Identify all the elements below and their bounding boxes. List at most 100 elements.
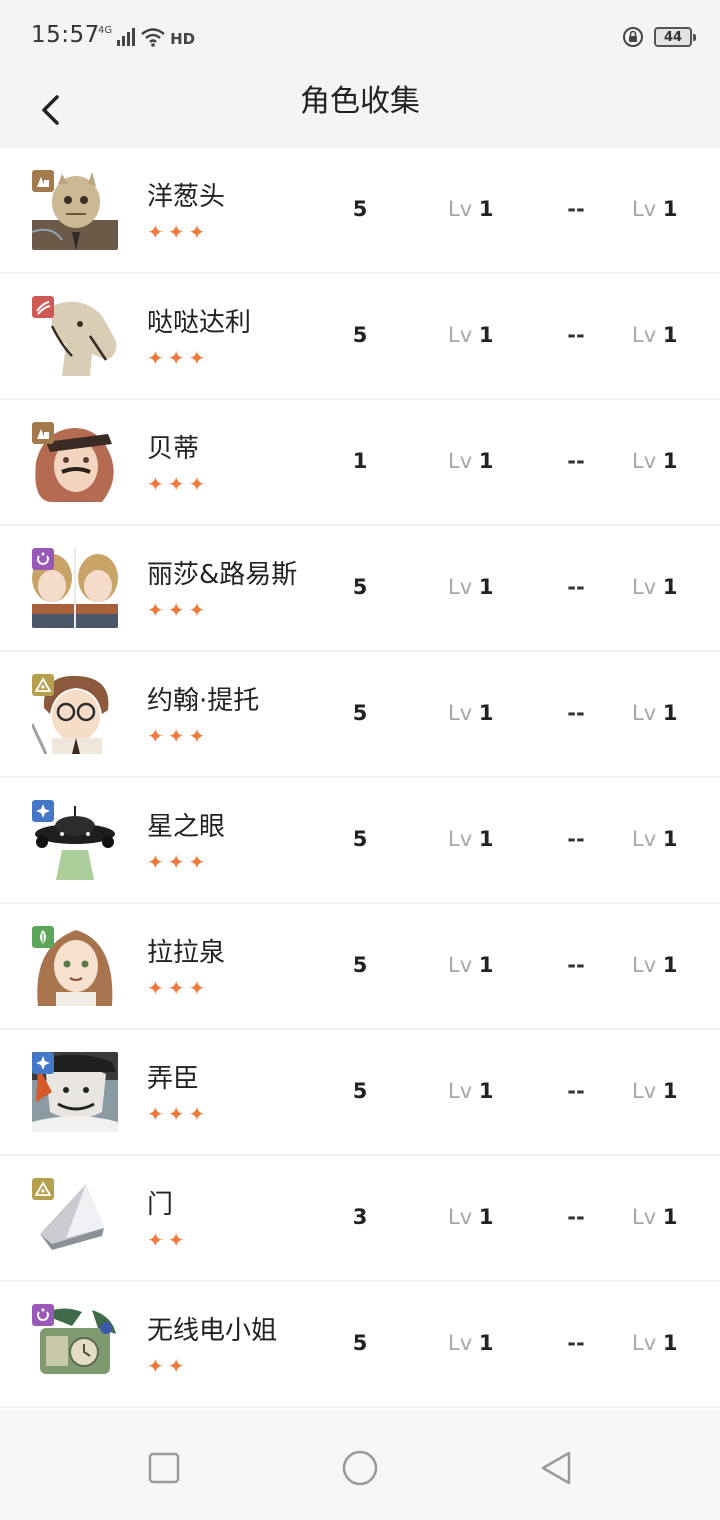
rotation-lock-icon — [623, 27, 643, 47]
level-primary: Lv 1 — [448, 194, 493, 224]
character-name: 无线电小姐 — [147, 1316, 278, 1346]
level-secondary: Lv 1 — [632, 572, 677, 602]
empty-value: -- — [567, 575, 585, 599]
character-count: 5 — [352, 1331, 368, 1355]
level-value: 1 — [662, 1079, 678, 1103]
empty-value: -- — [567, 1331, 585, 1355]
character-count: 5 — [352, 1079, 368, 1103]
system-nav-bar — [0, 1410, 720, 1520]
level-prefix: Lv — [632, 449, 657, 473]
empty-value: -- — [567, 953, 585, 977]
character-name: 星之眼 — [147, 812, 226, 842]
level-primary: Lv 1 — [448, 1076, 493, 1106]
level-value: 1 — [478, 827, 494, 851]
level-primary: Lv 1 — [448, 698, 493, 728]
character-name: 门 — [147, 1190, 174, 1220]
character-row[interactable]: 星之眼 ✦✦✦ 5 Lv 1 -- Lv 1 — [0, 778, 720, 904]
battery-level: 44 — [663, 29, 683, 45]
character-name: 弄臣 — [147, 1064, 200, 1094]
level-value: 1 — [662, 575, 678, 599]
level-value: 1 — [478, 701, 494, 725]
empty-value: -- — [567, 701, 585, 725]
character-row[interactable]: 弄臣 ✦✦✦ 5 Lv 1 -- Lv 1 — [0, 1030, 720, 1156]
level-prefix: Lv — [632, 827, 657, 851]
character-count: 3 — [352, 1205, 368, 1229]
home-button[interactable] — [340, 1448, 380, 1488]
character-count: 5 — [352, 575, 368, 599]
level-prefix: Lv — [448, 197, 473, 221]
page-title: 角色收集 — [300, 84, 420, 119]
level-primary: Lv 1 — [448, 320, 493, 350]
level-prefix: Lv — [632, 1331, 657, 1355]
class-badge-icon — [32, 548, 54, 570]
character-name: 洋葱头 — [147, 182, 226, 212]
network-type-label: 4G — [98, 24, 113, 36]
class-badge-icon — [32, 170, 54, 192]
level-prefix: Lv — [632, 197, 657, 221]
level-value: 1 — [662, 953, 678, 977]
level-prefix: Lv — [448, 575, 473, 599]
rarity-stars: ✦✦✦ — [147, 850, 210, 874]
recents-button[interactable] — [144, 1448, 184, 1488]
level-value: 1 — [662, 1205, 678, 1229]
empty-value: -- — [567, 323, 585, 347]
character-name: 拉拉泉 — [147, 938, 226, 968]
empty-value: -- — [567, 1205, 585, 1229]
character-row[interactable]: 拉拉泉 ✦✦✦ 5 Lv 1 -- Lv 1 — [0, 904, 720, 1030]
character-count: 5 — [352, 827, 368, 851]
level-value: 1 — [478, 953, 494, 977]
character-row[interactable]: 丽莎&路易斯 ✦✦✦ 5 Lv 1 -- Lv 1 — [0, 526, 720, 652]
level-prefix: Lv — [632, 1079, 657, 1103]
square-icon — [148, 1452, 180, 1484]
level-prefix: Lv — [448, 1079, 473, 1103]
rarity-stars: ✦✦✦ — [147, 346, 210, 370]
level-prefix: Lv — [448, 1205, 473, 1229]
empty-value: -- — [567, 827, 585, 851]
class-badge-icon — [32, 422, 54, 444]
level-value: 1 — [478, 449, 494, 473]
level-value: 1 — [662, 827, 678, 851]
character-name: 丽莎&路易斯 — [147, 560, 298, 590]
nav-back-button[interactable] — [536, 1448, 576, 1488]
level-prefix: Lv — [632, 575, 657, 599]
level-primary: Lv 1 — [448, 572, 493, 602]
level-prefix: Lv — [632, 1205, 657, 1229]
status-bar: 15:57 4G HD 44 — [0, 0, 720, 70]
rarity-stars: ✦✦✦ — [147, 598, 210, 622]
character-list: 洋葱头 ✦✦✦ 5 Lv 1 -- Lv 1 哒哒达利 ✦✦✦ 5 Lv 1 -… — [0, 148, 720, 1408]
empty-value: -- — [567, 449, 585, 473]
character-row[interactable]: 约翰·提托 ✦✦✦ 5 Lv 1 -- Lv 1 — [0, 652, 720, 778]
character-row[interactable]: 贝蒂 ✦✦✦ 1 Lv 1 -- Lv 1 — [0, 400, 720, 526]
rarity-stars: ✦✦✦ — [147, 220, 210, 244]
class-badge-icon — [32, 1052, 54, 1074]
character-row[interactable]: 洋葱头 ✦✦✦ 5 Lv 1 -- Lv 1 — [0, 148, 720, 274]
battery-indicator: 44 — [654, 27, 696, 47]
level-prefix: Lv — [448, 323, 473, 347]
status-right: 44 — [622, 24, 696, 50]
empty-value: -- — [567, 1079, 585, 1103]
level-value: 1 — [478, 1331, 494, 1355]
character-name: 约翰·提托 — [147, 686, 260, 716]
level-secondary: Lv 1 — [632, 446, 677, 476]
character-row[interactable]: 门 ✦✦ 3 Lv 1 -- Lv 1 — [0, 1156, 720, 1282]
rarity-stars: ✦✦✦ — [147, 472, 210, 496]
level-secondary: Lv 1 — [632, 824, 677, 854]
level-secondary: Lv 1 — [632, 194, 677, 224]
class-badge-icon — [32, 800, 54, 822]
level-prefix: Lv — [448, 1331, 473, 1355]
character-name: 哒哒达利 — [147, 308, 252, 338]
character-row[interactable]: 无线电小姐 ✦✦ 5 Lv 1 -- Lv 1 — [0, 1282, 720, 1408]
rarity-stars: ✦✦✦ — [147, 1102, 210, 1126]
character-row[interactable]: 哒哒达利 ✦✦✦ 5 Lv 1 -- Lv 1 — [0, 274, 720, 400]
character-name: 贝蒂 — [147, 434, 200, 464]
rarity-stars: ✦✦✦ — [147, 976, 210, 1000]
level-value: 1 — [662, 197, 678, 221]
level-value: 1 — [662, 1331, 678, 1355]
circle-icon — [342, 1450, 378, 1486]
level-prefix: Lv — [448, 827, 473, 851]
level-value: 1 — [478, 323, 494, 347]
level-prefix: Lv — [632, 701, 657, 725]
level-value: 1 — [478, 1205, 494, 1229]
level-value: 1 — [662, 449, 678, 473]
level-secondary: Lv 1 — [632, 950, 677, 980]
